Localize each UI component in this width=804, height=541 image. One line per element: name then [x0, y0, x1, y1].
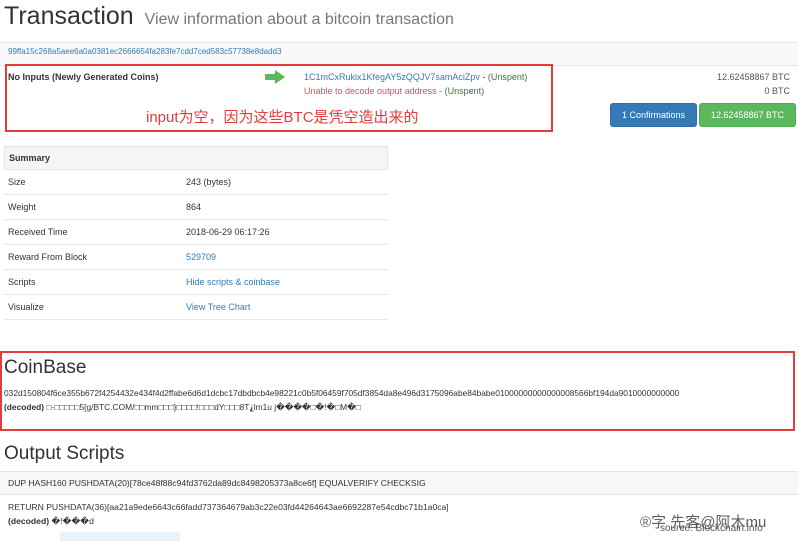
page-title: Transaction View information about a bit… — [4, 2, 454, 31]
decoded-label: (decoded) — [8, 516, 50, 526]
confirmations-button[interactable]: 1 Confirmations — [610, 103, 697, 127]
total-amount-button[interactable]: 12.62458867 BTC — [699, 103, 796, 127]
decoded-text: □-□□□□□5[g/BTC.COM/□□mm□□□}□□□□!□□□dY□□□… — [44, 402, 361, 412]
summary-row-received-time: Received Time 2018-06-29 06:17:26 — [4, 220, 388, 245]
view-tree-chart-link[interactable]: View Tree Chart — [186, 302, 250, 312]
decoded-label: (decoded) — [4, 402, 45, 412]
watermark: ®字 先客@阿木mu — [640, 514, 767, 531]
output-script-decoded: (decoded) �!���d — [8, 516, 94, 527]
summary-key: Scripts — [8, 277, 36, 287]
summary-table: Summary Size 243 (bytes) Weight 864 Rece… — [4, 146, 388, 320]
summary-key: Reward From Block — [8, 252, 88, 262]
decoded-text: �!���d — [49, 516, 94, 526]
summary-key: Weight — [8, 202, 36, 212]
coinbase-decoded: (decoded) □-□□□□□5[g/BTC.COM/□□mm□□□}□□□… — [4, 402, 361, 412]
coinbase-title: CoinBase — [4, 357, 87, 378]
summary-row-reward-block: Reward From Block 529709 — [4, 245, 388, 270]
output-script-1: DUP HASH160 PUSHDATA(20)[78ce48f88c94fd3… — [8, 478, 426, 488]
page-title-text: Transaction — [4, 2, 134, 30]
output-amount-2: 0 BTC — [764, 86, 790, 96]
page-subtitle: View information about a bitcoin transac… — [144, 11, 454, 28]
summary-key: Size — [8, 177, 26, 187]
summary-row-visualize: Visualize View Tree Chart — [4, 295, 388, 320]
summary-value: 864 — [186, 202, 202, 212]
decorative-footer-fragment — [60, 532, 180, 541]
summary-key: Visualize — [8, 302, 44, 312]
summary-row-scripts: Scripts Hide scripts & coinbase — [4, 270, 388, 295]
coinbase-hex: 032d150804f6ce355b672f4254432e434f4d2ffa… — [4, 388, 680, 398]
output-script-2: RETURN PUSHDATA(36)[aa21a9ede6643c66fadd… — [8, 502, 449, 512]
summary-row-weight: Weight 864 — [4, 195, 388, 220]
tx-hash-link[interactable]: 99ffa15c268a5aee6a0a0381ec2666654fa283fe… — [8, 47, 281, 56]
block-link[interactable]: 529709 — [186, 252, 216, 262]
summary-heading: Summary — [4, 146, 388, 170]
summary-value: 2018-06-29 06:17:26 — [186, 227, 270, 237]
hide-scripts-link[interactable]: Hide scripts & coinbase — [186, 277, 280, 287]
summary-key: Received Time — [8, 227, 68, 237]
annotation-note: input为空，因为这些BTC是凭空造出来的 — [146, 109, 419, 126]
output-scripts-title: Output Scripts — [4, 443, 125, 464]
summary-value: 243 (bytes) — [186, 177, 232, 187]
output-amount-1: 12.62458867 BTC — [716, 72, 790, 82]
summary-row-size: Size 243 (bytes) — [4, 170, 388, 195]
